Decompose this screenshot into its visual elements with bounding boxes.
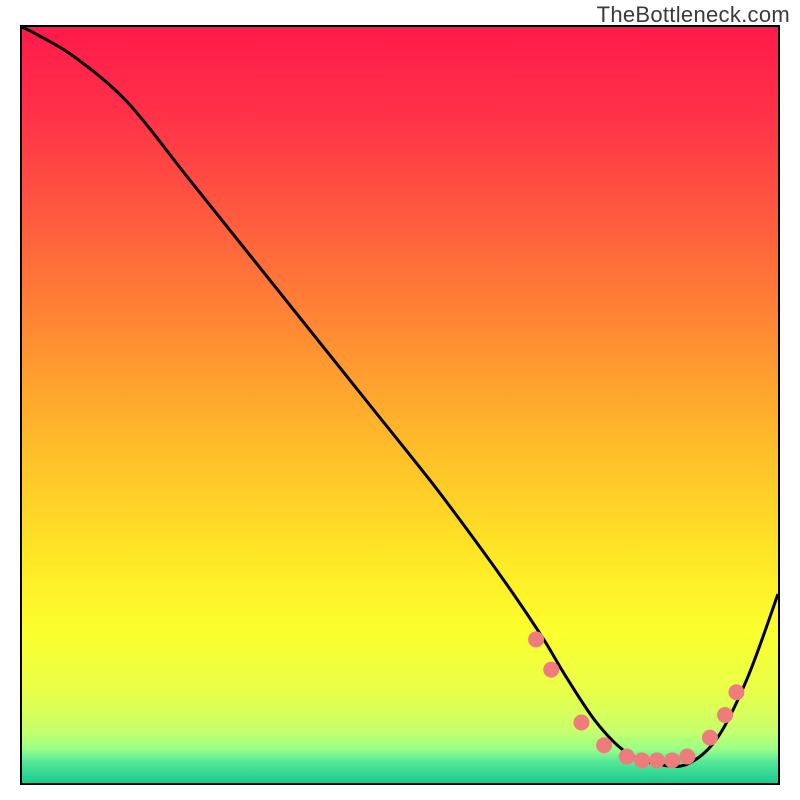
bottleneck-curve [22, 27, 778, 767]
highlight-dot [634, 752, 650, 768]
highlight-dot [702, 730, 718, 746]
chart-container: TheBottleneck.com [0, 0, 800, 800]
highlight-dot [679, 749, 695, 765]
highlight-dot [728, 684, 744, 700]
highlight-dot [596, 737, 612, 753]
highlight-dot [664, 752, 680, 768]
highlight-dot [717, 707, 733, 723]
highlight-dot [573, 715, 589, 731]
highlight-dot [543, 662, 559, 678]
highlight-dots [528, 631, 744, 768]
curve-layer [22, 27, 778, 783]
highlight-dot [528, 631, 544, 647]
plot-area [20, 25, 780, 785]
highlight-dot [619, 749, 635, 765]
watermark-label: TheBottleneck.com [597, 2, 790, 28]
highlight-dot [649, 752, 665, 768]
